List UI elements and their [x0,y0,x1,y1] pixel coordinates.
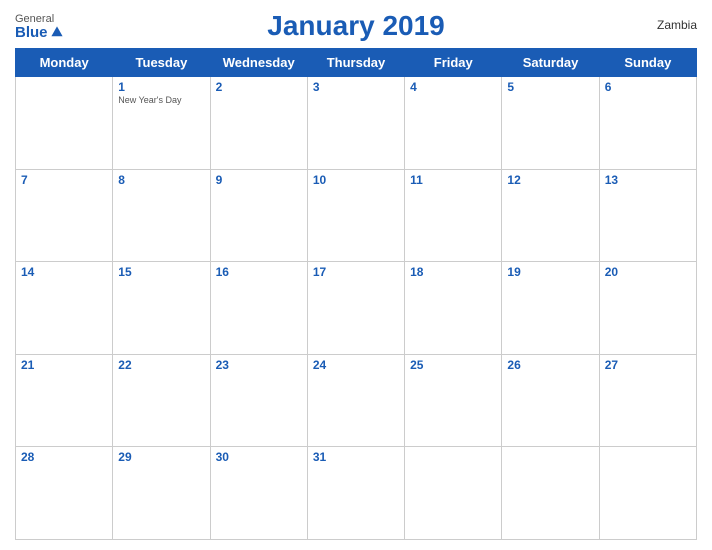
day-number: 30 [216,450,302,464]
calendar-cell: 15 [113,262,210,355]
logo-icon [50,25,64,39]
day-number: 11 [410,173,496,187]
calendar-cell: 6 [599,77,696,170]
day-number: 25 [410,358,496,372]
day-number: 20 [605,265,691,279]
calendar-cell: 4 [405,77,502,170]
country-label: Zambia [657,18,697,32]
header-wednesday: Wednesday [210,49,307,77]
day-number: 24 [313,358,399,372]
day-number: 1 [118,80,204,94]
calendar-cell [405,447,502,540]
header-saturday: Saturday [502,49,599,77]
calendar-cell: 25 [405,354,502,447]
header-monday: Monday [16,49,113,77]
day-number: 2 [216,80,302,94]
calendar-cell: 23 [210,354,307,447]
day-number: 14 [21,265,107,279]
day-number: 8 [118,173,204,187]
calendar-cell: 1New Year's Day [113,77,210,170]
day-number: 15 [118,265,204,279]
day-number: 26 [507,358,593,372]
day-number: 31 [313,450,399,464]
calendar-cell: 12 [502,169,599,262]
calendar-cell: 29 [113,447,210,540]
calendar-cell: 17 [307,262,404,355]
calendar-cell: 20 [599,262,696,355]
logo-general: General [15,13,54,25]
header-thursday: Thursday [307,49,404,77]
calendar-cell: 19 [502,262,599,355]
calendar-cell: 22 [113,354,210,447]
calendar-cell: 16 [210,262,307,355]
calendar-cell: 3 [307,77,404,170]
calendar-cell: 10 [307,169,404,262]
day-number: 9 [216,173,302,187]
day-number: 3 [313,80,399,94]
calendar-cell: 27 [599,354,696,447]
day-number: 23 [216,358,302,372]
header-sunday: Sunday [599,49,696,77]
calendar-cell: 8 [113,169,210,262]
holiday-label: New Year's Day [118,95,204,105]
calendar-cell: 7 [16,169,113,262]
day-number: 6 [605,80,691,94]
calendar-cell: 5 [502,77,599,170]
calendar-week-2: 789 10 11 12 13 [16,169,697,262]
calendar-cell: 2 [210,77,307,170]
logo: General Blue [15,13,64,40]
day-number: 4 [410,80,496,94]
calendar-cell: 26 [502,354,599,447]
calendar-cell: 31 [307,447,404,540]
calendar-cell: 11 [405,169,502,262]
calendar-cell: 18 [405,262,502,355]
calendar-cell: 13 [599,169,696,262]
calendar-week-3: 14 15 16 17 18 19 20 [16,262,697,355]
calendar-cell [599,447,696,540]
day-number: 7 [21,173,107,187]
calendar-cell: 14 [16,262,113,355]
day-number: 21 [21,358,107,372]
calendar-cell [16,77,113,170]
calendar-cell: 9 [210,169,307,262]
calendar-cell: 24 [307,354,404,447]
day-number: 12 [507,173,593,187]
calendar-header: General Blue January 2019 Zambia [15,10,697,42]
day-number: 10 [313,173,399,187]
calendar-cell: 21 [16,354,113,447]
day-number: 22 [118,358,204,372]
day-number: 18 [410,265,496,279]
calendar-cell [502,447,599,540]
calendar-cell: 28 [16,447,113,540]
day-number: 13 [605,173,691,187]
day-number: 27 [605,358,691,372]
day-number: 19 [507,265,593,279]
day-number: 29 [118,450,204,464]
calendar-week-5: 28 29 30 31 [16,447,697,540]
weekday-header-row: Monday Tuesday Wednesday Thursday Friday… [16,49,697,77]
day-number: 5 [507,80,593,94]
calendar-week-4: 21 22 23 24 25 26 27 [16,354,697,447]
calendar-table: Monday Tuesday Wednesday Thursday Friday… [15,48,697,540]
header-friday: Friday [405,49,502,77]
calendar-week-1: 1New Year's Day 23456 [16,77,697,170]
day-number: 28 [21,450,107,464]
calendar-cell: 30 [210,447,307,540]
day-number: 17 [313,265,399,279]
page-title: January 2019 [267,10,444,42]
logo-blue: Blue [15,25,48,40]
day-number: 16 [216,265,302,279]
header-tuesday: Tuesday [113,49,210,77]
